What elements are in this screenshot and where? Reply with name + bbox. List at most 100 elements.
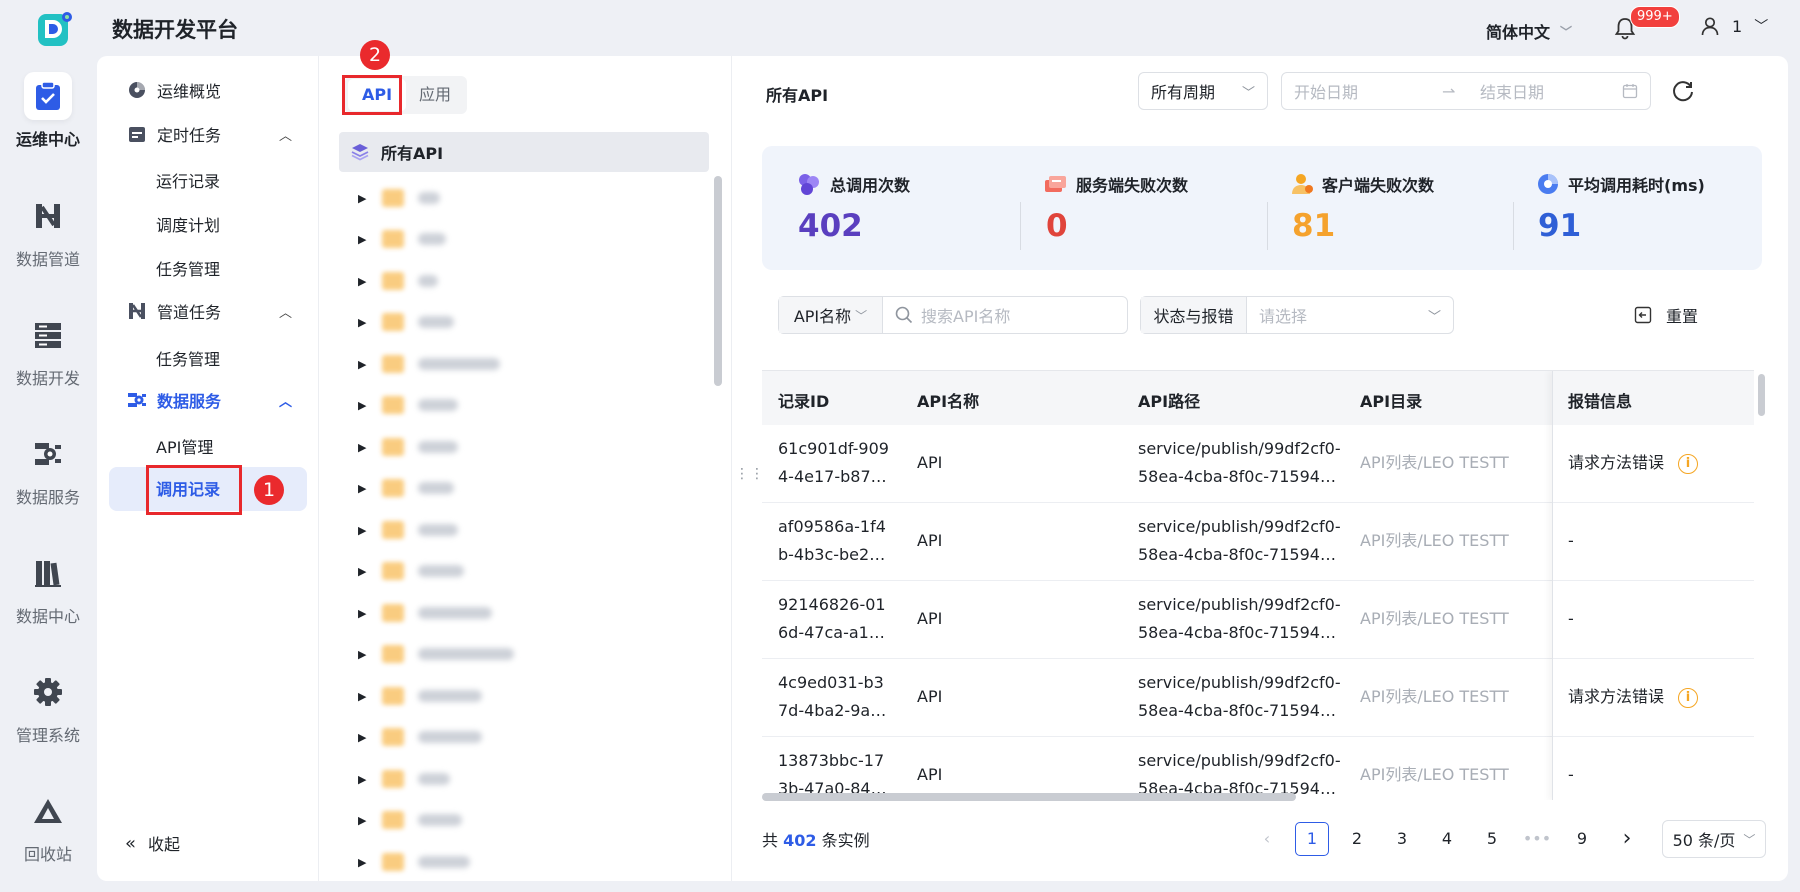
stat-client-failures: 客户端失败次数 81	[1256, 146, 1504, 270]
column-header-record-id[interactable]: 记录ID	[778, 388, 829, 412]
record-id-line2: 7d-4ba2-9a…	[778, 701, 887, 720]
folder-icon	[382, 313, 404, 331]
clipboard-check-icon	[36, 81, 60, 110]
tree-folder-row[interactable]: ▶	[358, 765, 450, 793]
page-button[interactable]: 2	[1340, 822, 1374, 856]
nav-pipeline-task-management[interactable]: 任务管理	[156, 346, 220, 370]
api-search-input[interactable]: 搜索API名称	[883, 303, 1010, 327]
tree-folder-row[interactable]: ▶	[358, 723, 482, 751]
collapse-button[interactable]: « 收起	[125, 831, 180, 855]
tab-application[interactable]: 应用	[406, 79, 464, 111]
next-page-button[interactable]: ›	[1610, 822, 1644, 856]
info-icon[interactable]: i	[1678, 453, 1699, 474]
end-date-input[interactable]: 结束日期	[1480, 79, 1622, 103]
table-horizontal-scrollbar[interactable]	[762, 793, 1296, 801]
caret-right-icon: ▶	[358, 689, 367, 703]
tree-folder-row[interactable]: ▶	[358, 184, 440, 212]
prev-page-button[interactable]: ‹	[1250, 822, 1284, 856]
tree-folder-row[interactable]: ▶	[358, 308, 454, 336]
chevron-up-icon[interactable]: ︿	[279, 302, 292, 321]
chevron-down-icon: ﹀	[1743, 832, 1756, 847]
gear-icon	[34, 678, 62, 706]
nav-data-service[interactable]: 数据服务 ︿	[127, 388, 292, 412]
tree-folder-row[interactable]: ▶	[358, 433, 458, 461]
tree-root-all-api[interactable]: 所有API	[339, 132, 709, 172]
chevron-up-icon[interactable]: ︿	[279, 125, 292, 144]
tree-folder-row[interactable]: ▶	[358, 391, 458, 419]
tree-folder-row[interactable]: ▶	[358, 225, 446, 253]
stat-value: 402	[798, 208, 863, 244]
date-range-picker[interactable]: 开始日期 ⇀ 结束日期	[1281, 72, 1651, 110]
column-header-api-path[interactable]: API路径	[1138, 388, 1200, 412]
record-id-line2: 4-4e17-b87…	[778, 467, 887, 486]
tree-folder-row[interactable]: ▶	[358, 599, 492, 627]
rail-item-data-pipeline[interactable]: 数据管道	[0, 192, 96, 270]
tree-scrollbar[interactable]	[714, 176, 722, 386]
info-icon[interactable]: i	[1678, 687, 1699, 708]
tree-folder-row[interactable]: ▶	[358, 557, 464, 585]
rail-item-recycle-bin[interactable]: 回收站	[0, 787, 96, 865]
tree-folder-row[interactable]: ▶	[358, 640, 514, 668]
page-ellipsis[interactable]: •••	[1520, 822, 1554, 856]
tree-folder-row[interactable]: ▶	[358, 516, 458, 544]
status-select[interactable]: 请选择 ﹀	[1247, 303, 1453, 327]
record-id-line2: b-4b3c-be2…	[778, 545, 886, 564]
column-header-api-name[interactable]: API名称	[917, 388, 979, 412]
table-vertical-scrollbar[interactable]	[1758, 374, 1765, 416]
table-row[interactable]: 4c9ed031-b3 7d-4ba2-9a… API service/publi…	[762, 659, 1754, 737]
table-row[interactable]: 61c901df-909 4-4e17-b87… API service/publ…	[762, 425, 1754, 503]
stat-label: 平均调用耗时(ms)	[1568, 176, 1705, 195]
folder-icon	[382, 687, 404, 705]
table-row[interactable]: af09586a-1f4 b-4b3c-be2… API service/publ…	[762, 503, 1754, 581]
rail-item-data-center[interactable]: 数据中心	[0, 549, 96, 627]
tree-folder-row[interactable]: ▶	[358, 474, 454, 502]
nav-run-records[interactable]: 运行记录	[156, 168, 220, 192]
stats-panel: 总调用次数 402 服务端失败次数 0 客户端失败次数 81 平均调用耗时(ms…	[762, 146, 1762, 270]
nav-ops-overview[interactable]: 运维概览	[127, 78, 292, 102]
start-date-input[interactable]: 开始日期	[1294, 79, 1442, 103]
rail-item-ops-center[interactable]: 运维中心	[0, 72, 96, 150]
tree-folder-row[interactable]: ▶	[358, 682, 482, 710]
nav-pipeline-tasks[interactable]: 管道任务 ︿	[127, 299, 292, 323]
error-info-cell: -	[1568, 765, 1574, 784]
tree-folder-row[interactable]: ▶	[358, 267, 438, 295]
column-header-api-directory[interactable]: API目录	[1360, 388, 1422, 412]
nav-api-management[interactable]: API管理	[156, 434, 213, 458]
nav-task-management[interactable]: 任务管理	[156, 256, 220, 280]
page-button[interactable]: 5	[1475, 822, 1509, 856]
user-icon	[1701, 17, 1719, 36]
page-button[interactable]: 1	[1295, 822, 1329, 856]
language-switcher[interactable]: 简体中文 ﹀	[1486, 19, 1572, 43]
rail-label: 数据服务	[15, 488, 80, 507]
reset-label: 重置	[1666, 307, 1699, 326]
nav-schedule-plan[interactable]: 调度计划	[156, 212, 220, 236]
table-row[interactable]: 13873bbc-17 3b-47a0-84… API service/publi…	[762, 737, 1754, 800]
tree-folder-row[interactable]: ▶	[358, 806, 462, 834]
rail-item-data-service[interactable]: 数据服务	[0, 430, 96, 508]
refresh-icon[interactable]	[1670, 78, 1696, 104]
rail-item-data-dev[interactable]: 数据开发	[0, 311, 96, 389]
user-menu[interactable]: 1 ﹀	[1700, 16, 1768, 36]
stat-total-calls: 总调用次数 402	[762, 146, 1020, 270]
caret-right-icon: ▶	[358, 855, 367, 869]
page-button[interactable]: 9	[1565, 822, 1599, 856]
page-size-select[interactable]: 50 条/页 ﹀	[1662, 820, 1766, 858]
api-name-cell: API	[917, 609, 943, 628]
reset-button[interactable]: 重置	[1634, 303, 1698, 327]
tree-folder-row[interactable]: ▶	[358, 848, 470, 876]
filter-field-select[interactable]: API名称 ﹀	[779, 297, 883, 333]
table-row[interactable]: 92146826-01 6d-47ca-a1… API service/publi…	[762, 581, 1754, 659]
page-button[interactable]: 3	[1385, 822, 1419, 856]
column-header-error-info[interactable]: 报错信息	[1568, 388, 1632, 412]
blurred-folder-name	[418, 275, 438, 287]
tree-folder-row[interactable]: ▶	[358, 350, 500, 378]
blurred-folder-name	[418, 773, 450, 785]
nav-label: 定时任务	[157, 126, 222, 145]
folder-icon	[382, 230, 404, 248]
page-button[interactable]: 4	[1430, 822, 1464, 856]
nav-scheduled-tasks[interactable]: 定时任务 ︿	[127, 122, 292, 146]
chevron-up-icon[interactable]: ︿	[279, 391, 292, 410]
period-select[interactable]: 所有周期 ﹀	[1138, 72, 1268, 110]
rail-item-admin[interactable]: 管理系统	[0, 668, 96, 746]
client-failure-icon	[1292, 174, 1313, 194]
